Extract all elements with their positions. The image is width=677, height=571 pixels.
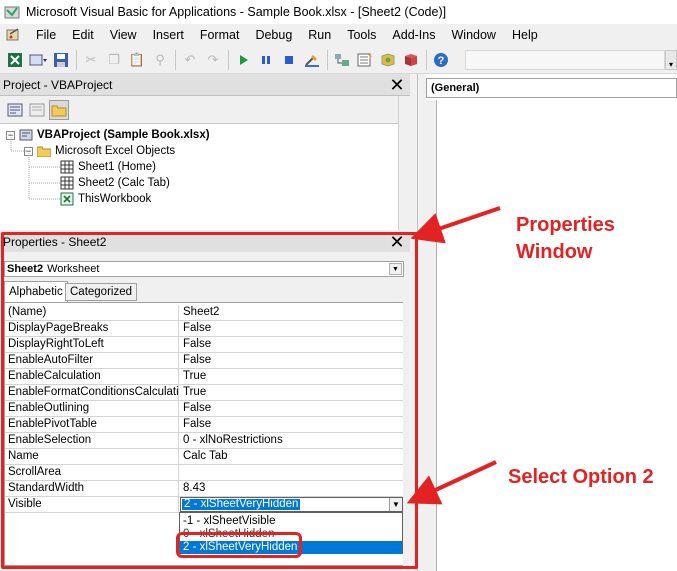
excel-icon[interactable] [4,49,26,71]
code-object-selector[interactable]: (General) [426,78,677,98]
svg-text:?: ? [438,55,445,67]
view-code-icon[interactable] [5,100,25,120]
code-window-frame [418,74,426,571]
code-margin-indicator-bar [426,100,436,571]
project-pane-title: Project - VBAProject [3,77,113,92]
menu-insert[interactable]: Insert [145,28,192,42]
toolbox-icon[interactable] [400,49,422,71]
object-browser-icon[interactable] [377,49,399,71]
undo-icon[interactable]: ↶ [179,49,201,71]
properties-window-annotation: Properties Window [516,212,615,266]
select-option-annotation: Select Option 2 [508,466,654,488]
menu-format[interactable]: Format [192,28,248,42]
toolbar-options-arrow[interactable]: ▾ [665,50,677,70]
paste-icon[interactable]: 📋 [126,49,148,71]
menu-file[interactable]: File [28,28,64,42]
find-icon[interactable]: ⚲ [149,49,171,71]
reset-icon[interactable] [278,49,300,71]
code-editor[interactable] [436,100,677,571]
toolbar-separator [175,49,176,70]
tree-connector-lines [10,137,60,200]
system-menu-icon[interactable] [4,26,24,44]
annotation-line-1: Properties [516,214,615,236]
menu-add-ins[interactable]: Add-Ins [384,28,443,42]
project-pane-toolbar [0,96,410,124]
toolbar-separator [76,49,77,70]
title-bar: Microsoft Visual Basic for Applications … [0,0,677,24]
redo-icon[interactable]: ↷ [202,49,224,71]
break-icon[interactable] [255,49,277,71]
window-title: Microsoft Visual Basic for Applications … [26,5,447,19]
standard-toolbar: ✂ ❐ 📋 ⚲ ↶ ↷ ? ▾ [0,46,677,74]
copy-icon[interactable]: ❐ [103,49,125,71]
insert-module-icon[interactable] [27,49,49,71]
cut-icon[interactable]: ✂ [80,49,102,71]
menu-view[interactable]: View [102,28,145,42]
toolbar-separator [426,49,427,70]
project-explorer-icon[interactable] [331,49,353,71]
menu-help[interactable]: Help [504,28,546,42]
properties-window-highlight [1,232,418,569]
menu-window[interactable]: Window [444,28,504,42]
project-pane-scrollbar[interactable] [398,96,410,230]
view-object-icon[interactable] [27,100,47,120]
menu-debug[interactable]: Debug [247,28,300,42]
menu-bar: File Edit View Insert Format Debug Run T… [0,24,677,46]
menu-edit[interactable]: Edit [64,28,102,42]
project-pane-close-button[interactable]: ✕ [388,76,406,94]
run-icon[interactable] [232,49,254,71]
menu-run[interactable]: Run [300,28,339,42]
toggle-folders-icon[interactable] [49,99,69,120]
project-tree: − VBAProject (Sample Book.xlsx) − Micros… [0,124,410,230]
save-icon[interactable] [50,49,72,71]
help-icon[interactable]: ? [430,49,452,71]
annotation-line-2: Window [516,241,593,263]
properties-icon[interactable] [354,49,376,71]
toolbar-separator [228,49,229,70]
toolbar-separator [327,49,328,70]
option-2-highlight [176,532,302,558]
toolbar-position-box [465,50,665,70]
menu-tools[interactable]: Tools [339,28,384,42]
project-pane-title-bar: Project - VBAProject ✕ [0,74,410,96]
design-mode-icon[interactable] [301,49,323,71]
vba-app-icon [4,4,20,20]
